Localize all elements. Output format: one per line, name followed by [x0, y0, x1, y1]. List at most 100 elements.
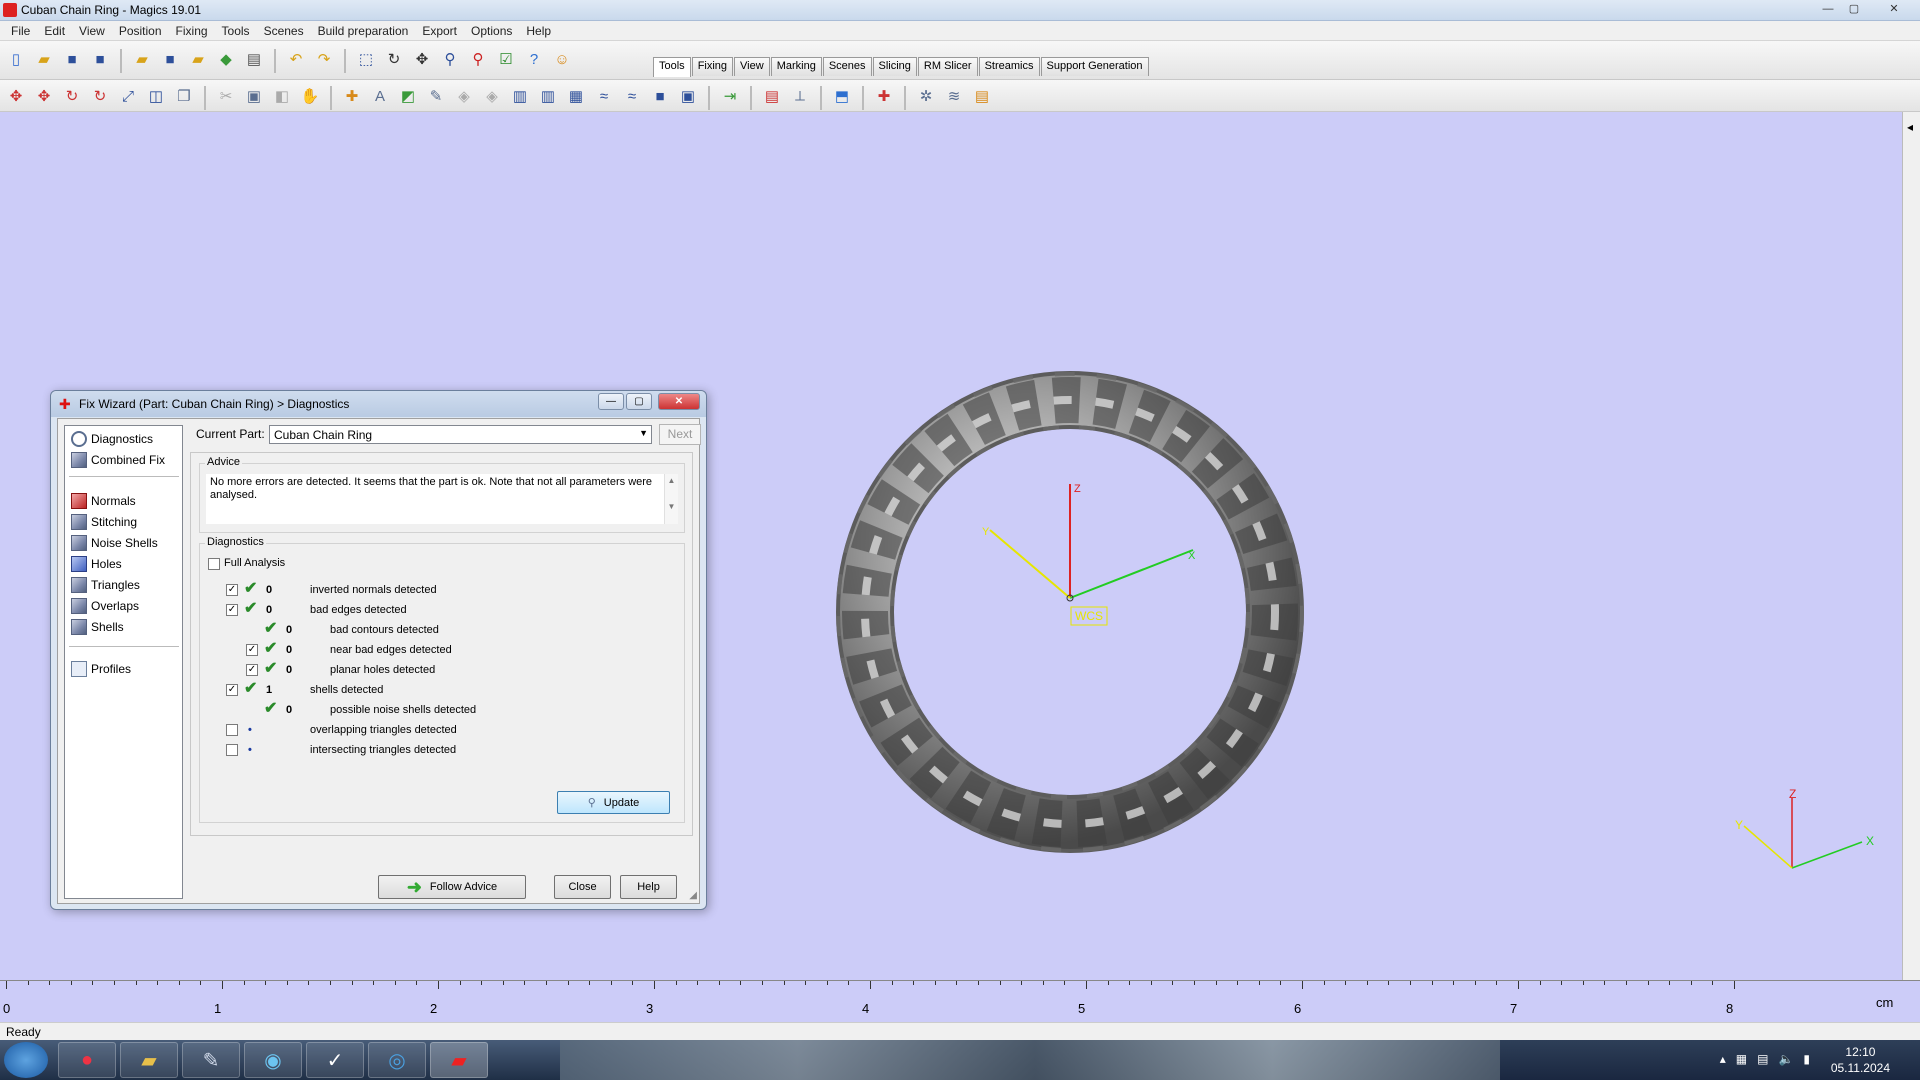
follow-advice-button[interactable]: ➜ Follow Advice — [378, 875, 526, 899]
nav-item-diagnostics[interactable]: Diagnostics — [71, 430, 153, 448]
menu-position[interactable]: Position — [112, 24, 169, 38]
signal-icon[interactable]: ▮ — [1803, 1052, 1810, 1066]
explorer-taskbar-icon[interactable]: ▰ — [120, 1042, 178, 1078]
tab-tools[interactable]: Tools — [653, 57, 691, 77]
menu-scenes[interactable]: Scenes — [257, 24, 311, 38]
checklist-icon[interactable]: ☑ — [494, 47, 518, 71]
undo-icon[interactable]: ↶ — [284, 47, 308, 71]
boolean-icon[interactable]: ◈ — [480, 84, 504, 108]
paint-taskbar-icon[interactable]: ✎ — [182, 1042, 240, 1078]
settings-icon[interactable]: ✲ — [914, 84, 938, 108]
interactive-rotate-icon[interactable]: ↻ — [88, 84, 112, 108]
full-analysis-checkbox[interactable] — [208, 558, 220, 570]
translate-icon[interactable]: ✥ — [4, 84, 28, 108]
tab-rm-slicer[interactable]: RM Slicer — [917, 57, 978, 76]
tab-slicing[interactable]: Slicing — [872, 57, 917, 76]
tab-scenes[interactable]: Scenes — [822, 57, 872, 76]
save-part-icon[interactable]: ■ — [158, 47, 182, 71]
collapse-arrow-icon[interactable]: ◂ — [1907, 120, 1913, 134]
mirror-icon[interactable]: ◫ — [144, 84, 168, 108]
clock[interactable]: 12:10 05.11.2024 — [1831, 1044, 1890, 1076]
3d-viewport[interactable]: Z X Y WCS Z X Y ✚ Fix Wizard (Part: Cuba… — [0, 112, 1902, 980]
pan-icon[interactable]: ✥ — [410, 47, 434, 71]
nav-item-shells[interactable]: Shells — [71, 618, 124, 636]
cuban-chain-ring[interactable] — [836, 371, 1304, 853]
platform-icon[interactable]: ⬒ — [830, 84, 854, 108]
punch-icon[interactable]: ▣ — [242, 84, 266, 108]
offset-icon[interactable]: ◈ — [452, 84, 476, 108]
hollow-icon[interactable]: ▥ — [508, 84, 532, 108]
planar-holes-checkbox[interactable]: ✓ — [246, 664, 258, 676]
help-icon[interactable]: ? — [522, 47, 546, 71]
minimize-button[interactable]: — — [1817, 2, 1839, 17]
chrome-taskbar-icon[interactable]: ● — [58, 1042, 116, 1078]
clipboard-icon[interactable]: ▤ — [970, 84, 994, 108]
shell-icon[interactable]: ▥ — [536, 84, 560, 108]
dialog-close-button[interactable]: ✕ — [658, 393, 700, 410]
tab-view[interactable]: View — [734, 57, 770, 76]
box-icon[interactable]: ■ — [648, 84, 672, 108]
measure-icon[interactable]: ▤ — [760, 84, 784, 108]
intersecting-triangles-checkbox[interactable] — [226, 744, 238, 756]
network-icon[interactable]: ▤ — [1757, 1052, 1768, 1066]
select-icon[interactable]: ⬚ — [354, 47, 378, 71]
smooth-icon[interactable]: ≈ — [592, 84, 616, 108]
duplicate-icon[interactable]: ❐ — [172, 84, 196, 108]
wrap-icon[interactable]: ≈ — [620, 84, 644, 108]
app-taskbar-icon[interactable]: ✓ — [306, 1042, 364, 1078]
dialog-title-bar[interactable]: ✚ Fix Wizard (Part: Cuban Chain Ring) > … — [51, 391, 706, 417]
rotate-icon[interactable]: ↻ — [60, 84, 84, 108]
nav-item-noise-shells[interactable]: Noise Shells — [71, 534, 158, 552]
open-folder-icon[interactable]: ▰ — [32, 47, 56, 71]
tab-support-generation[interactable]: Support Generation — [1040, 57, 1149, 76]
menu-build-preparation[interactable]: Build preparation — [311, 24, 416, 38]
menu-view[interactable]: View — [72, 24, 112, 38]
interactive-translate-icon[interactable]: ✥ — [32, 84, 56, 108]
rotate-view-icon[interactable]: ↻ — [382, 47, 406, 71]
rescale-icon[interactable]: ⤢ — [116, 84, 140, 108]
label-icon[interactable]: ◩ — [396, 84, 420, 108]
nav-item-holes[interactable]: Holes — [71, 555, 122, 573]
volume-icon[interactable]: 🔈 — [1778, 1052, 1793, 1066]
inverted-normals-checkbox[interactable]: ✓ — [226, 584, 238, 596]
add-icon[interactable]: ✚ — [340, 84, 364, 108]
menu-file[interactable]: File — [4, 24, 37, 38]
layers-icon[interactable]: ≋ — [942, 84, 966, 108]
nav-item-combined-fix[interactable]: Combined Fix — [71, 451, 165, 469]
right-side-panel[interactable]: ◂ — [1902, 112, 1920, 980]
shells-checkbox[interactable]: ✓ — [226, 684, 238, 696]
language-flag-icon[interactable]: ▦ — [1736, 1052, 1747, 1066]
menu-options[interactable]: Options — [464, 24, 519, 38]
tab-fixing[interactable]: Fixing — [691, 57, 734, 76]
cut-icon[interactable]: ✂ — [214, 84, 238, 108]
print-icon[interactable]: ▤ — [242, 47, 266, 71]
overlapping-triangles-checkbox[interactable] — [226, 724, 238, 736]
resize-grip-icon[interactable]: ◢ — [689, 890, 697, 901]
update-button[interactable]: ⚲ Update — [557, 791, 670, 814]
load-scene-icon[interactable]: ▰ — [186, 47, 210, 71]
nav-item-triangles[interactable]: Triangles — [71, 576, 140, 594]
hand-tool-icon[interactable]: ✋ — [298, 84, 322, 108]
dialog-minimize-button[interactable]: — — [598, 393, 624, 410]
tab-streamics[interactable]: Streamics — [978, 57, 1040, 76]
next-button[interactable]: Next — [659, 424, 701, 445]
xyz-icon[interactable]: ⟂ — [788, 84, 812, 108]
help-button[interactable]: Help — [620, 875, 677, 899]
align-icon[interactable]: ⇥ — [718, 84, 742, 108]
pen-icon[interactable]: ✎ — [424, 84, 448, 108]
current-part-select[interactable]: Cuban Chain Ring ▼ — [269, 425, 652, 444]
advice-text-box[interactable]: No more errors are detected. It seems th… — [206, 474, 678, 524]
split-icon[interactable]: ◧ — [270, 84, 294, 108]
maximize-button[interactable]: ▢ — [1843, 2, 1865, 17]
advice-scrollbar[interactable]: ▲ ▼ — [664, 474, 678, 524]
near-bad-edges-checkbox[interactable]: ✓ — [246, 644, 258, 656]
redo-icon[interactable]: ↷ — [312, 47, 336, 71]
zoom-window-icon[interactable]: ⚲ — [466, 47, 490, 71]
tab-marking[interactable]: Marking — [770, 57, 822, 76]
browser-taskbar-icon[interactable]: ◎ — [368, 1042, 426, 1078]
nav-item-stitching[interactable]: Stitching — [71, 513, 137, 531]
nav-item-normals[interactable]: Normals — [71, 492, 136, 510]
menu-export[interactable]: Export — [415, 24, 464, 38]
import-part-icon[interactable]: ▰ — [130, 47, 154, 71]
show-hidden-icons-icon[interactable]: ▴ — [1720, 1052, 1726, 1066]
